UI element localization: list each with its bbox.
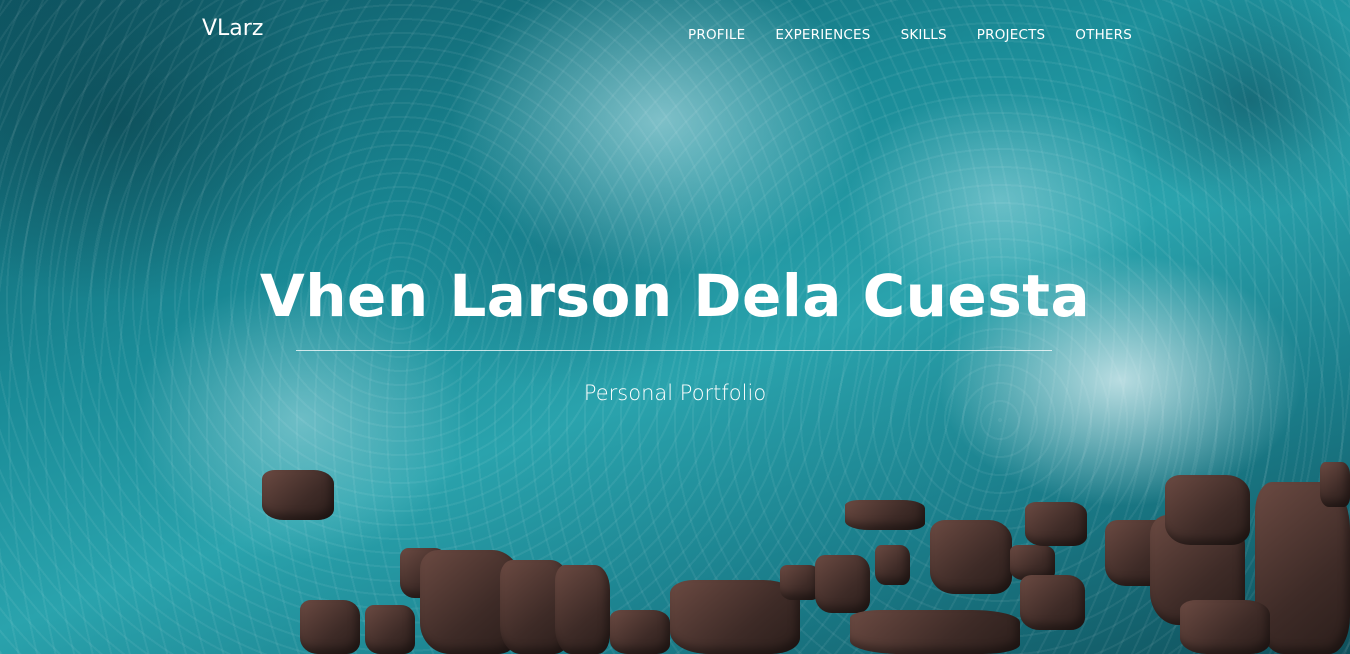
nav-link-others[interactable]: OTHERS [1075, 27, 1132, 43]
brand-logo[interactable]: VLarz [202, 16, 263, 41]
hero-subtitle: Personal Portfolio [583, 381, 767, 405]
nav-item-skills: SKILLS [901, 24, 947, 43]
hero-divider [296, 350, 1052, 351]
nav-link-projects[interactable]: PROJECTS [977, 27, 1046, 43]
nav-item-experiences: EXPERIENCES [775, 24, 870, 43]
nav-link-skills[interactable]: SKILLS [901, 27, 947, 43]
nav-item-profile: PROFILE [688, 24, 745, 43]
hero-title: Vhen Larson Dela Cuesta [259, 262, 1091, 330]
nav-item-projects: PROJECTS [977, 24, 1046, 43]
nav-item-others: OTHERS [1075, 24, 1132, 43]
nav-menu: PROFILE EXPERIENCES SKILLS PROJECTS OTHE… [658, 24, 1132, 43]
nav-link-profile[interactable]: PROFILE [688, 27, 745, 43]
hero-section: VLarz PROFILE EXPERIENCES SKILLS PROJECT… [0, 0, 1350, 654]
navbar: VLarz PROFILE EXPERIENCES SKILLS PROJECT… [0, 0, 1350, 64]
nav-link-experiences[interactable]: EXPERIENCES [775, 27, 870, 43]
